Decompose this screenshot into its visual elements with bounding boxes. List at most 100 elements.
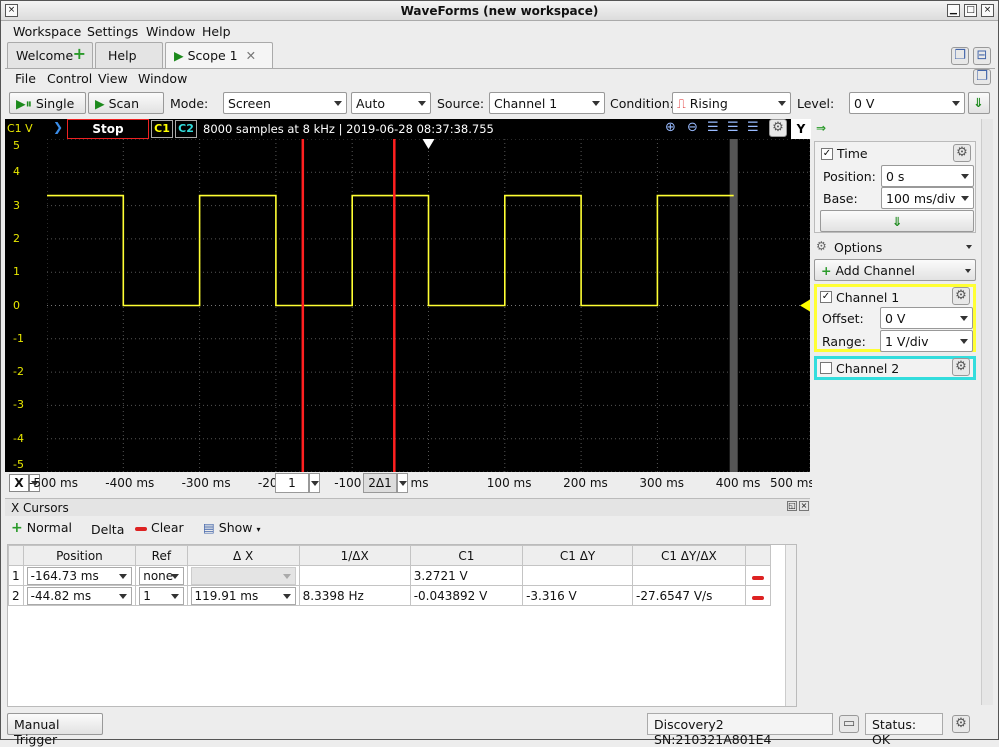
tab-welcome[interactable]: Welcome +	[7, 42, 93, 68]
menu-settings[interactable]: Settings	[87, 24, 138, 39]
y-tick-label: 0	[13, 298, 20, 312]
panel-collapse-arrow-icon[interactable]: ⇒	[816, 121, 826, 135]
menu-help[interactable]: Help	[202, 24, 231, 39]
position-cell[interactable]: -44.82 ms	[22, 585, 137, 606]
gear-icon[interactable]: ⚙	[769, 119, 787, 137]
menu-file[interactable]: File	[15, 71, 36, 86]
table-scrollbar[interactable]	[785, 545, 796, 706]
options-label: Options	[834, 240, 883, 255]
channel-2-gear-icon[interactable]: ⚙	[952, 358, 970, 376]
column-header[interactable]: 1/ΔX	[298, 545, 411, 566]
zoom-out-icon[interactable]: ⊖	[687, 120, 698, 135]
device-info[interactable]: Discovery2 SN:210321A801E4	[647, 713, 833, 747]
menu-window-scope[interactable]: Window	[138, 71, 187, 86]
options-row[interactable]: ⚙ Options	[814, 237, 976, 257]
position-input[interactable]: -44.82 ms	[26, 586, 133, 605]
x-tick-label: -400 ms	[105, 476, 155, 490]
add-channel-button[interactable]: + Add Channel	[814, 259, 976, 281]
mode-select[interactable]: Screen	[223, 92, 347, 114]
offset-input[interactable]: 0 V	[880, 307, 973, 329]
range-input[interactable]: 1 V/div	[880, 330, 973, 352]
align-top-icon[interactable]: ☰	[707, 120, 719, 135]
y-tick-label: 1	[13, 265, 20, 279]
cursor-2-dropdown[interactable]	[397, 473, 408, 493]
source-select[interactable]: Channel 1	[489, 92, 605, 114]
close-panel-icon[interactable]: ×	[799, 501, 809, 511]
time-apply-arrow-icon[interactable]: ⇓	[820, 210, 974, 232]
normal-cursor-button[interactable]: + Normal	[11, 520, 72, 540]
align-center-icon[interactable]: ☰	[747, 120, 759, 135]
base-input[interactable]: 100 ms/div	[881, 187, 974, 209]
menu-control[interactable]: Control	[47, 71, 92, 86]
close-tab-icon[interactable]: ✕	[246, 48, 256, 63]
channel-1-badge[interactable]: C1	[151, 120, 173, 138]
column-header[interactable]: C1	[409, 545, 524, 566]
y-axis-button[interactable]: Y	[791, 119, 811, 139]
clear-cursors-button[interactable]: Clear	[135, 520, 184, 540]
window-tile-icon[interactable]: ❐	[951, 47, 969, 65]
position-cell[interactable]: -164.73 ms	[22, 565, 137, 586]
cursor-1-handle[interactable]: 1	[275, 473, 309, 493]
channel-2-badge[interactable]: C2	[175, 120, 197, 138]
ref-select[interactable]: none	[139, 566, 184, 585]
column-header[interactable]: Ref	[135, 545, 188, 566]
range-label: Range:	[822, 334, 866, 349]
time-checkbox[interactable]: ✓	[821, 148, 833, 160]
zoom-in-icon[interactable]: ⊕	[665, 120, 676, 135]
status-bar: Manual Trigger Discovery2 SN:210321A801E…	[1, 711, 998, 747]
show-menu-button[interactable]: ▤ Show ▾	[203, 520, 261, 540]
ref-cell[interactable]: none	[135, 565, 188, 586]
scan-button[interactable]: ▶ Scan	[88, 92, 164, 114]
cursor-2-handle[interactable]: 2Δ1	[363, 473, 397, 493]
chevron-down-icon	[282, 573, 291, 579]
delta-cursor-button[interactable]: Delta	[91, 522, 124, 537]
rising-edge-icon: ⎍	[677, 96, 686, 111]
float-panel-icon[interactable]: ◱	[787, 501, 797, 511]
close-icon[interactable]: ×	[981, 4, 994, 17]
scope-plot[interactable]	[46, 138, 811, 473]
ref-select[interactable]: 1	[139, 586, 184, 605]
time-gear-icon[interactable]: ⚙	[953, 144, 971, 162]
channel-2-checkbox[interactable]	[820, 362, 832, 374]
dock-icon[interactable]: ❐	[973, 69, 991, 85]
column-header[interactable]: C1 ΔY/ΔX	[632, 545, 746, 566]
minimize-icon[interactable]: ▁	[947, 4, 960, 17]
tab-scope-1[interactable]: ▶ Scope 1 ✕	[165, 42, 273, 68]
maximize-icon[interactable]: □	[964, 4, 977, 17]
position-input[interactable]: 0 s	[881, 165, 974, 187]
remove-icon	[135, 526, 147, 531]
status-gear-icon[interactable]: ⚙	[952, 715, 970, 733]
device-icon[interactable]: ▭	[839, 715, 859, 733]
remove-icon	[751, 575, 764, 580]
column-header[interactable]: Position	[22, 545, 137, 566]
remove-row-button[interactable]	[744, 565, 772, 586]
align-bottom-icon[interactable]: ☰	[727, 120, 739, 135]
single-button[interactable]: ▶⏸ Single	[9, 92, 86, 114]
column-header[interactable]: C1 ΔY	[522, 545, 634, 566]
menu-workspace[interactable]: Workspace	[13, 24, 81, 39]
menu-view[interactable]: View	[98, 71, 128, 86]
channel-1-gear-icon[interactable]: ⚙	[952, 287, 970, 305]
window-split-icon[interactable]: ⊟	[973, 47, 991, 65]
ref-cell[interactable]: 1	[135, 585, 188, 606]
condition-select[interactable]: ⎍ Rising	[672, 92, 791, 114]
level-input[interactable]: 0 V	[849, 92, 965, 114]
dx-cell[interactable]: 119.91 ms	[186, 585, 300, 606]
time-marker-band	[729, 139, 738, 472]
run-arrow-icon[interactable]: ❯	[53, 120, 63, 134]
trigger-mode-select[interactable]: Auto	[351, 92, 431, 114]
x-axis-button[interactable]: X	[9, 474, 29, 492]
dx-input[interactable]: 119.91 ms	[190, 586, 296, 605]
column-header[interactable]: Δ X	[186, 545, 300, 566]
channel-1-checkbox[interactable]: ✓	[820, 291, 832, 303]
menu-window[interactable]: Window	[146, 24, 195, 39]
chevron-down-icon: ▾	[256, 525, 261, 534]
level-apply-arrow-icon[interactable]: ⇓	[968, 92, 990, 114]
plus-icon[interactable]: +	[73, 44, 86, 63]
cursor-1-dropdown[interactable]	[309, 473, 320, 493]
remove-row-button[interactable]	[744, 585, 772, 606]
manual-trigger-button[interactable]: Manual Trigger	[7, 713, 103, 747]
right-scrollbar[interactable]	[981, 119, 993, 705]
tab-help[interactable]: Help	[95, 42, 163, 68]
position-input[interactable]: -164.73 ms	[26, 566, 133, 585]
